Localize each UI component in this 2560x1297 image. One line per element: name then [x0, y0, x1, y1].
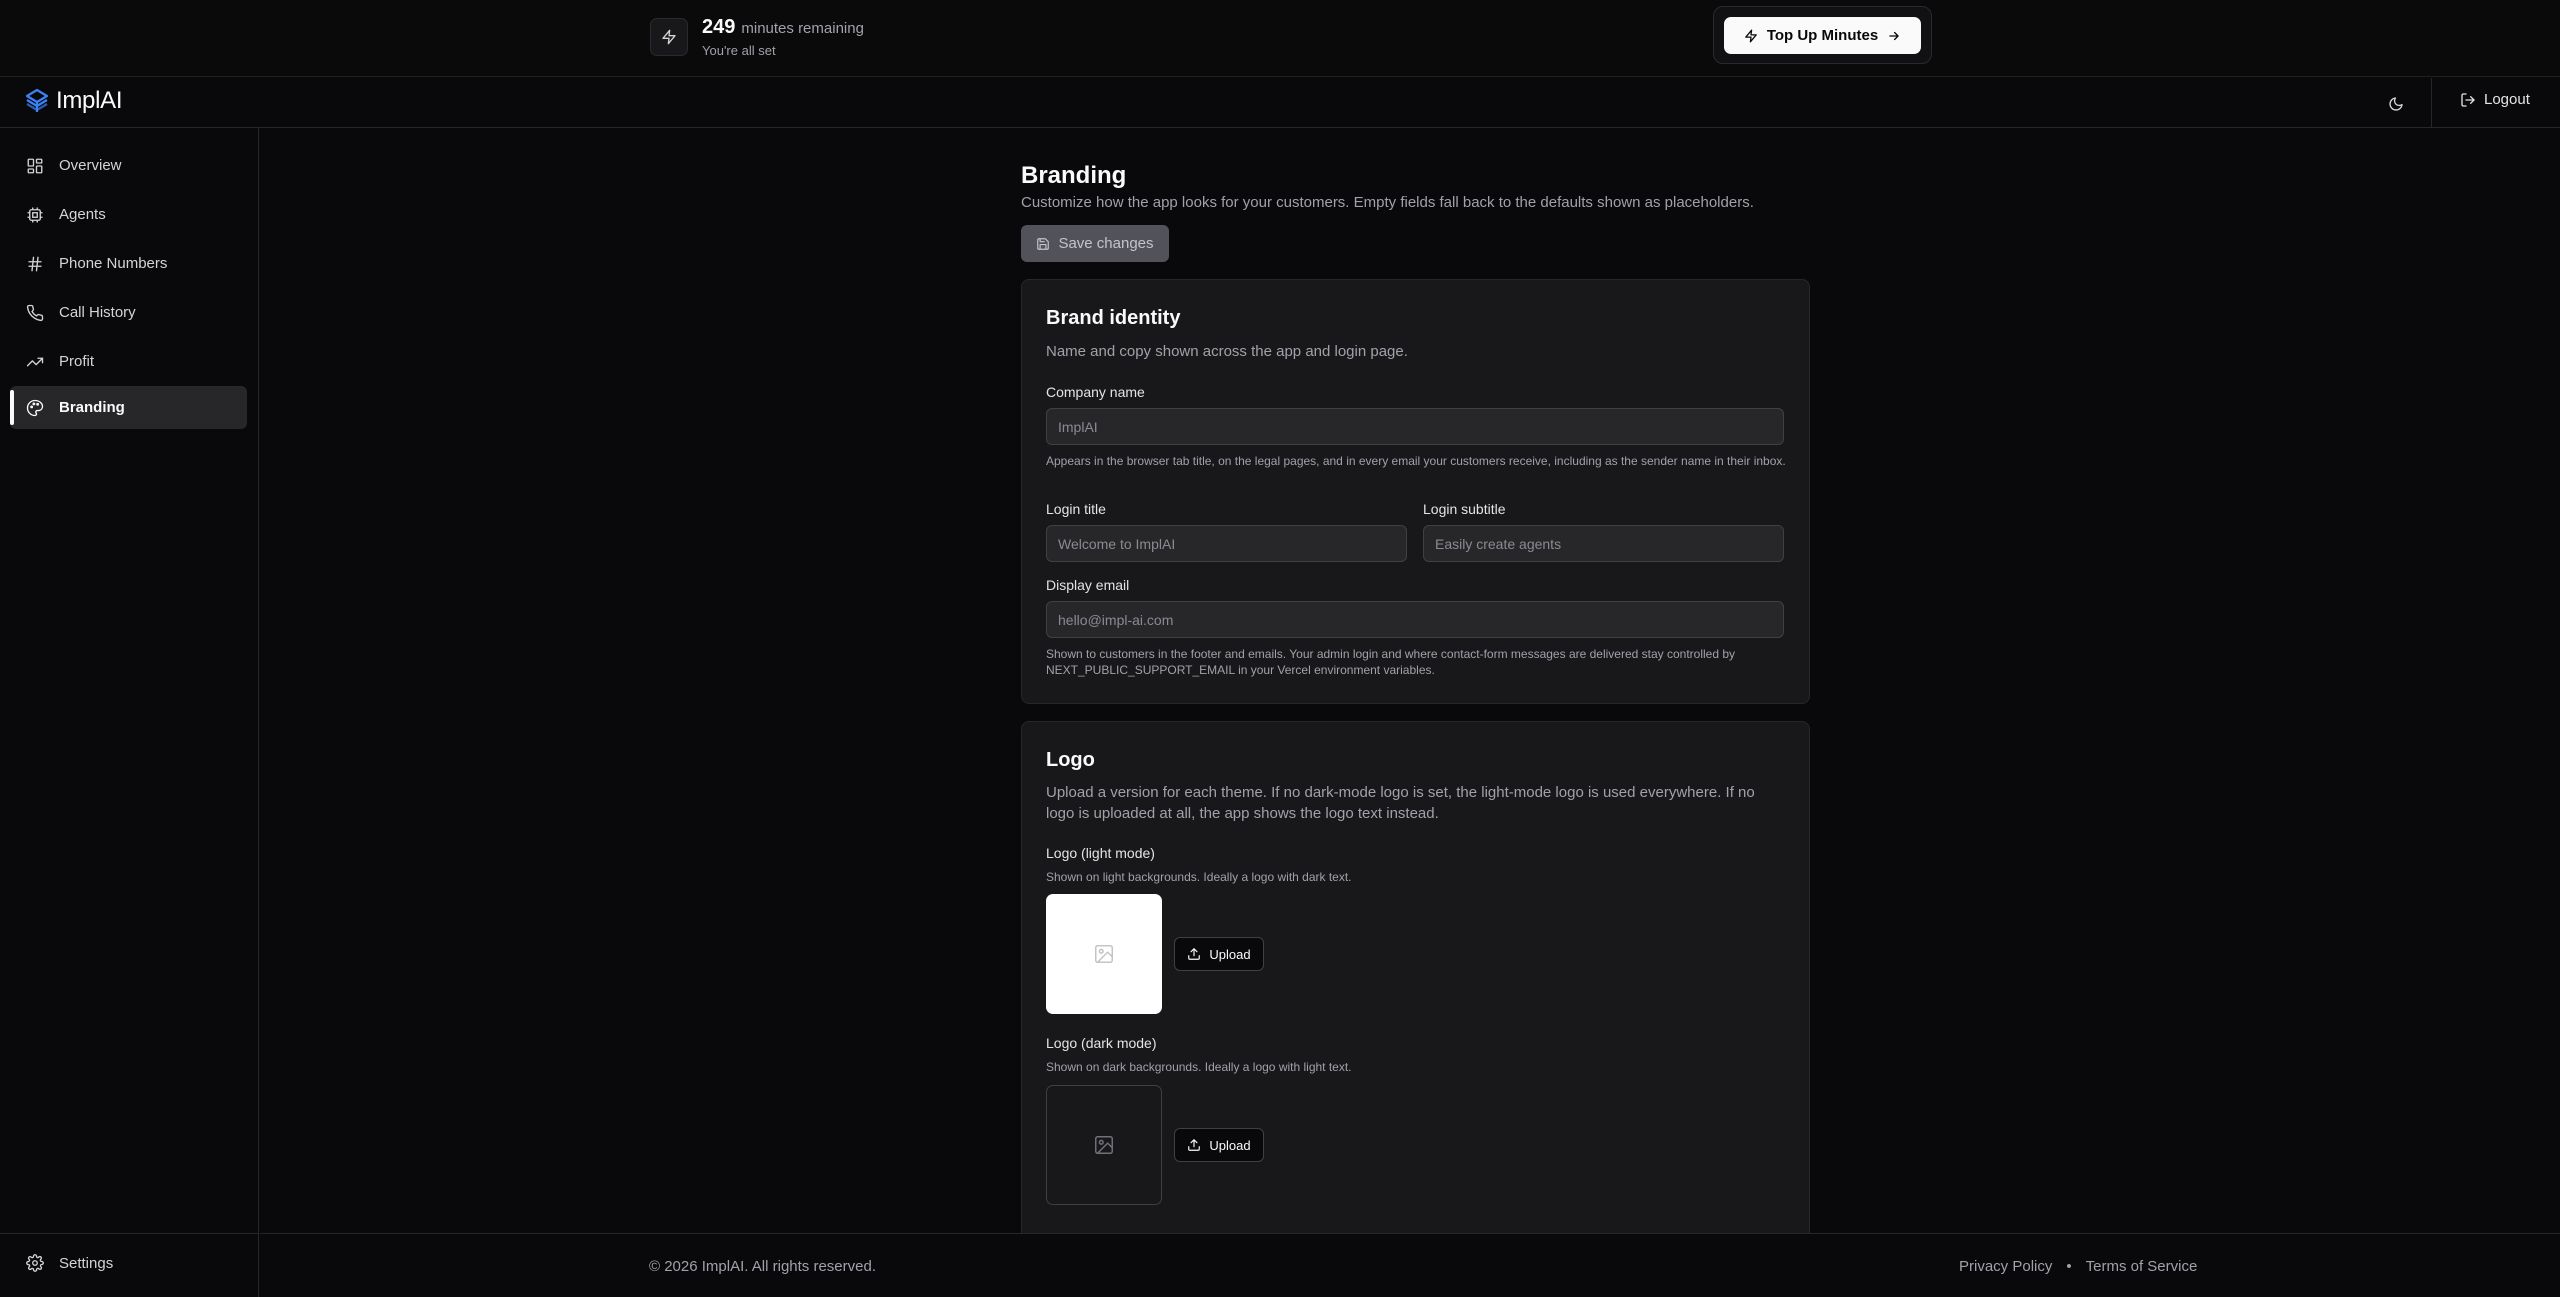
gear-icon — [26, 1254, 44, 1272]
brand-name: ImplAI — [56, 87, 123, 114]
credits-banner: 249 minutes remaining You're all set Top … — [0, 0, 2560, 77]
logo-card-description: Upload a version for each theme. If no d… — [1046, 784, 1755, 822]
topup-label: Top Up Minutes — [1766, 27, 1879, 44]
company-name-help: Appears in the browser tab title, on the… — [1046, 454, 1786, 468]
implai-logo-icon — [24, 88, 50, 114]
brand-logo[interactable]: ImplAI — [24, 87, 123, 115]
sidebar-item-phone-numbers[interactable]: Phone Numbers — [10, 242, 247, 285]
login-title-input[interactable] — [1046, 525, 1407, 562]
upload-logo-light-button[interactable]: Upload — [1174, 937, 1264, 971]
lightning-icon — [650, 18, 688, 56]
logout-label: Logout — [2484, 91, 2530, 108]
save-label: Save changes — [1058, 235, 1154, 252]
palette-icon — [26, 399, 44, 417]
main-content: Branding Customize how the app looks for… — [260, 129, 2560, 1233]
brand-identity-title: Brand identity — [1046, 307, 1181, 329]
display-email-label: Display email — [1046, 577, 1130, 593]
logo-light-label: Logo (light mode) — [1046, 845, 1155, 861]
dashboard-icon — [26, 157, 44, 175]
sidebar-item-call-history[interactable]: Call History — [10, 291, 247, 334]
footer-separator: • — [2066, 1258, 2072, 1275]
logout-icon — [2460, 92, 2476, 108]
sidebar-item-label: Branding — [59, 399, 125, 416]
page-subtitle: Customize how the app looks for your cus… — [1021, 194, 1754, 211]
image-placeholder-icon — [1093, 943, 1115, 965]
arrow-right-icon — [1887, 29, 1901, 43]
app-header: ImplAI Logout — [0, 78, 2560, 128]
hash-icon — [26, 255, 44, 273]
topup-container: Top Up Minutes — [1713, 6, 1932, 64]
save-icon — [1036, 237, 1050, 251]
lightning-icon — [1744, 29, 1758, 43]
upload-label: Upload — [1209, 1137, 1251, 1153]
credits-status: You're all set — [702, 43, 776, 58]
logo-card-title: Logo — [1046, 749, 1095, 771]
logo-card: Logo Upload a version for each theme. If… — [1021, 721, 1810, 1233]
brand-identity-card: Brand identity Name and copy shown acros… — [1021, 279, 1810, 704]
terms-of-service-link[interactable]: Terms of Service — [2086, 1258, 2198, 1275]
login-subtitle-label: Login subtitle — [1423, 501, 1506, 517]
upload-label: Upload — [1209, 946, 1251, 962]
upload-icon — [1187, 1138, 1201, 1152]
sidebar-item-label: Phone Numbers — [59, 255, 168, 272]
footer: © 2026 ImplAI. All rights reserved. Priv… — [260, 1233, 2560, 1297]
logo-light-preview[interactable] — [1046, 894, 1162, 1014]
sidebar-item-profit[interactable]: Profit — [10, 340, 247, 383]
logout-button[interactable]: Logout — [2460, 91, 2530, 108]
sidebar-item-label: Call History — [59, 304, 136, 321]
sidebar-item-settings[interactable]: Settings — [26, 1254, 113, 1272]
trending-up-icon — [26, 353, 44, 371]
topup-button[interactable]: Top Up Minutes — [1724, 17, 1921, 54]
brand-identity-description: Name and copy shown across the app and l… — [1046, 343, 1408, 360]
upload-icon — [1187, 947, 1201, 961]
login-title-label: Login title — [1046, 501, 1106, 517]
company-name-label: Company name — [1046, 384, 1145, 400]
logo-dark-help: Shown on dark backgrounds. Ideally a log… — [1046, 1060, 1352, 1074]
phone-icon — [26, 304, 44, 322]
copyright-text: © 2026 ImplAI. All rights reserved. — [649, 1258, 876, 1275]
sidebar-item-label: Profit — [59, 353, 95, 370]
footer-links: Privacy Policy • Terms of Service — [1959, 1258, 2197, 1275]
credits-summary: 249 minutes remaining You're all set — [650, 16, 864, 58]
page-title: Branding — [1021, 162, 1127, 189]
sidebar-footer: Settings — [0, 1233, 259, 1297]
privacy-policy-link[interactable]: Privacy Policy — [1959, 1258, 2052, 1275]
sidebar-item-label: Agents — [59, 206, 106, 223]
moon-icon — [2388, 96, 2404, 112]
company-name-input[interactable] — [1046, 408, 1784, 445]
header-divider — [2431, 78, 2432, 127]
logo-light-help: Shown on light backgrounds. Ideally a lo… — [1046, 870, 1352, 884]
upload-logo-dark-button[interactable]: Upload — [1174, 1128, 1264, 1162]
sidebar-item-label: Overview — [59, 157, 122, 174]
settings-label: Settings — [59, 1254, 114, 1272]
display-email-help: Shown to customers in the footer and ema… — [1046, 647, 1736, 677]
sidebar-item-branding[interactable]: Branding — [10, 386, 247, 429]
display-email-input[interactable] — [1046, 601, 1784, 638]
logo-dark-label: Logo (dark mode) — [1046, 1035, 1157, 1051]
sidebar-item-overview[interactable]: Overview — [10, 144, 247, 187]
bot-icon — [26, 206, 44, 224]
logo-dark-preview[interactable] — [1046, 1085, 1162, 1205]
sidebar-item-agents[interactable]: Agents — [10, 193, 247, 236]
image-placeholder-icon — [1093, 1134, 1115, 1156]
minutes-count: 249 — [702, 16, 736, 38]
theme-toggle-button[interactable] — [2381, 89, 2411, 119]
save-changes-button[interactable]: Save changes — [1021, 225, 1169, 262]
login-subtitle-input[interactable] — [1423, 525, 1784, 562]
sidebar: Overview Agents Phone Numbers Call Histo… — [0, 128, 259, 1297]
minutes-unit-label: minutes remaining — [741, 20, 864, 37]
